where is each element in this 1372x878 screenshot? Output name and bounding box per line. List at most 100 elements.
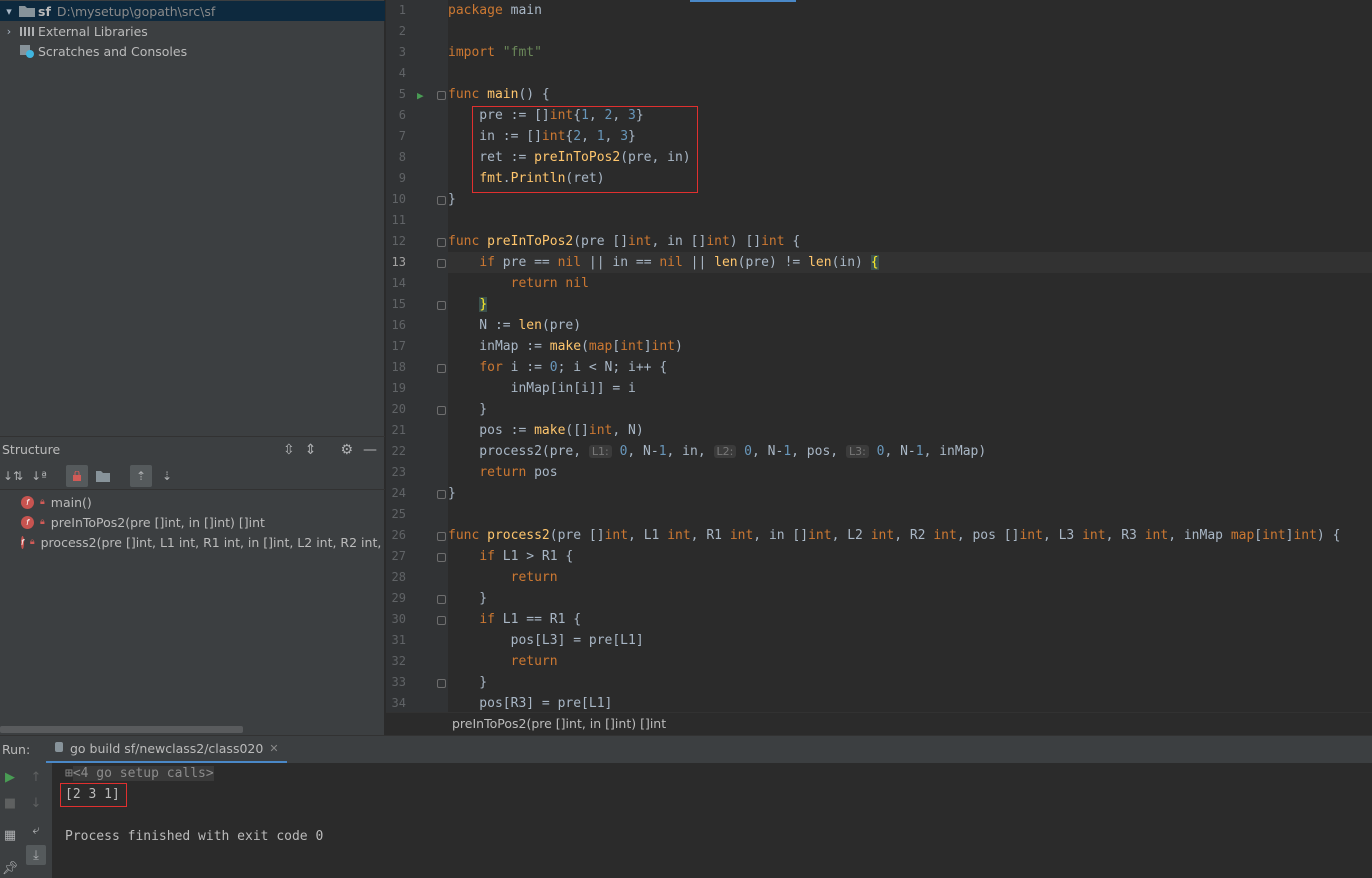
run-tab[interactable]: go build sf/newclass2/class020 ✕	[46, 736, 287, 764]
code-token: }	[448, 192, 456, 207]
code-line[interactable]: return	[448, 651, 1372, 672]
code-token: int	[588, 423, 613, 438]
code-line[interactable]: }	[448, 294, 1372, 315]
code-editor[interactable]: 1 2 3 4 5 6 7 8 9 10 11 12 13 14 15 16 17 18 19 20 21 22 23 24 2…	[386, 0, 1372, 712]
code-token: int	[620, 339, 644, 354]
close-icon[interactable]: ✕	[269, 742, 278, 755]
code-line[interactable]: process2(pre, L1: 0, N-1, in, L2: 0, N-1…	[448, 441, 1372, 462]
fold-marker[interactable]	[437, 364, 446, 373]
code-token: func	[448, 528, 480, 543]
line-number: 21	[391, 423, 406, 437]
fold-marker[interactable]	[437, 406, 446, 415]
code-token: len	[808, 255, 832, 270]
code-token: )	[675, 339, 683, 354]
fold-marker[interactable]	[437, 301, 446, 310]
code-line[interactable]: func process2(pre []int, L1 int, R1 int,…	[448, 525, 1372, 546]
layout-icon[interactable]: ▦	[0, 825, 20, 845]
rerun-icon[interactable]: ▶	[0, 767, 20, 787]
horizontal-scrollbar[interactable]	[0, 726, 243, 733]
code-token: nil	[557, 255, 582, 270]
structure-toolbar: ↓⇅ ↓ª ⇡ ⇣	[0, 462, 385, 490]
fold-marker[interactable]	[437, 259, 446, 268]
code-line[interactable]: inMap := make(map[int]int)	[448, 336, 1372, 357]
code-token: preInToPos2	[487, 234, 574, 249]
fold-marker[interactable]	[437, 553, 446, 562]
code-token: , R3	[1105, 528, 1145, 543]
fold-marker[interactable]	[437, 616, 446, 625]
minimize-icon[interactable]: —	[363, 442, 377, 458]
code-line[interactable]	[448, 210, 1372, 231]
code-token: len	[714, 255, 738, 270]
code-line[interactable]: if pre == nil || in == nil || len(pre) !…	[448, 252, 1372, 273]
code-line[interactable]: N := len(pre)	[448, 315, 1372, 336]
highlight-box	[60, 783, 127, 807]
code-line[interactable]: if L1 == R1 {	[448, 609, 1372, 630]
code-line[interactable]: import "fmt"	[448, 42, 1372, 63]
fold-marker[interactable]	[437, 679, 446, 688]
sort-by-visibility-icon[interactable]: ↓⇅	[2, 465, 24, 487]
code-line[interactable]	[448, 21, 1372, 42]
run-icon[interactable]: ▶	[417, 89, 424, 102]
tree-item-scratches[interactable]: Scratches and Consoles	[0, 41, 385, 61]
parameter-hint: L2:	[713, 445, 737, 458]
lock-icon: 🔒︎	[40, 517, 45, 527]
code-token: make	[549, 339, 582, 354]
collapse-all-icon[interactable]: ⇕	[305, 442, 317, 458]
gear-icon[interactable]: ⚙	[340, 442, 353, 458]
code-token: , R1	[690, 528, 730, 543]
code-token: , L3	[1042, 528, 1083, 543]
structure-item-process2[interactable]: f 🔒︎ process2(pre []int, L1 int, R1 int,…	[0, 532, 385, 552]
setup-calls-line[interactable]: ⊞<4 go setup calls>	[65, 763, 214, 784]
console-output[interactable]: ⊞<4 go setup calls> [2 3 1] Process fini…	[52, 763, 1372, 878]
scroll-to-end-icon[interactable]: ⤓	[26, 845, 46, 865]
chevron-right-icon[interactable]: ›	[0, 25, 18, 38]
fold-marker[interactable]	[437, 91, 446, 100]
fold-marker[interactable]	[437, 595, 446, 604]
soft-wrap-icon[interactable]: ⤶	[26, 820, 46, 840]
sort-alphabetically-icon[interactable]: ↓ª	[28, 465, 50, 487]
code-line[interactable]	[448, 504, 1372, 525]
code-line[interactable]: if L1 > R1 {	[448, 546, 1372, 567]
code-line[interactable]: }	[448, 483, 1372, 504]
code-line[interactable]: return pos	[448, 462, 1372, 483]
code-line[interactable]: func main() {	[448, 84, 1372, 105]
code-token: ([]	[565, 423, 589, 438]
code-line[interactable]	[448, 63, 1372, 84]
code-token: 1	[658, 444, 667, 459]
code-line[interactable]: func preInToPos2(pre []int, in []int) []…	[448, 231, 1372, 252]
tree-item-sf-root[interactable]: ▾ sf D:\mysetup\gopath\src\sf	[0, 1, 385, 21]
code-line[interactable]: }	[448, 672, 1372, 693]
chevron-down-icon[interactable]: ▾	[0, 5, 18, 18]
code-token: L1 > R1 {	[494, 549, 574, 564]
fold-marker[interactable]	[437, 532, 446, 541]
breadcrumb[interactable]: preInToPos2(pre []int, in []int) []int	[386, 712, 1372, 735]
setup-calls-fold[interactable]: <4 go setup calls>	[72, 766, 214, 781]
structure-item-preintopos2[interactable]: f 🔒︎ preInToPos2(pre []int, in []int) []…	[0, 512, 385, 532]
fold-marker[interactable]	[437, 490, 446, 499]
code-line[interactable]: pos[L3] = pre[L1]	[448, 630, 1372, 651]
down-arrow-icon[interactable]: ↓	[26, 793, 46, 813]
up-arrow-icon[interactable]: ↑	[26, 767, 46, 787]
code-line[interactable]: return	[448, 567, 1372, 588]
pin-icon[interactable]: 📌︎	[0, 858, 20, 878]
code-line[interactable]: pos := make([]int, N)	[448, 420, 1372, 441]
fold-marker[interactable]	[437, 196, 446, 205]
structure-item-main[interactable]: f 🔒︎ main()	[0, 492, 385, 512]
code-line[interactable]: }	[448, 588, 1372, 609]
tree-item-external-libraries[interactable]: › External Libraries	[0, 21, 385, 41]
fold-marker[interactable]	[437, 238, 446, 247]
show-non-public-icon[interactable]	[66, 464, 88, 487]
autoscroll-from-source-icon[interactable]: ⇣	[156, 465, 178, 487]
code-line[interactable]: return nil	[448, 273, 1372, 294]
autoscroll-to-source-icon[interactable]: ⇡	[130, 464, 152, 487]
stop-icon[interactable]: ■	[0, 793, 20, 813]
code-line[interactable]: inMap[in[i]] = i	[448, 378, 1372, 399]
code-token: [	[1254, 528, 1263, 543]
expand-all-icon[interactable]: ⇳	[283, 442, 295, 458]
code-line[interactable]: pos[R3] = pre[L1]	[448, 693, 1372, 712]
code-line[interactable]: for i := 0; i < N; i++ {	[448, 357, 1372, 378]
code-token: , pos,	[791, 444, 846, 459]
code-line[interactable]: package main	[448, 0, 1372, 21]
show-fields-icon[interactable]	[92, 465, 114, 487]
code-line[interactable]: }	[448, 399, 1372, 420]
